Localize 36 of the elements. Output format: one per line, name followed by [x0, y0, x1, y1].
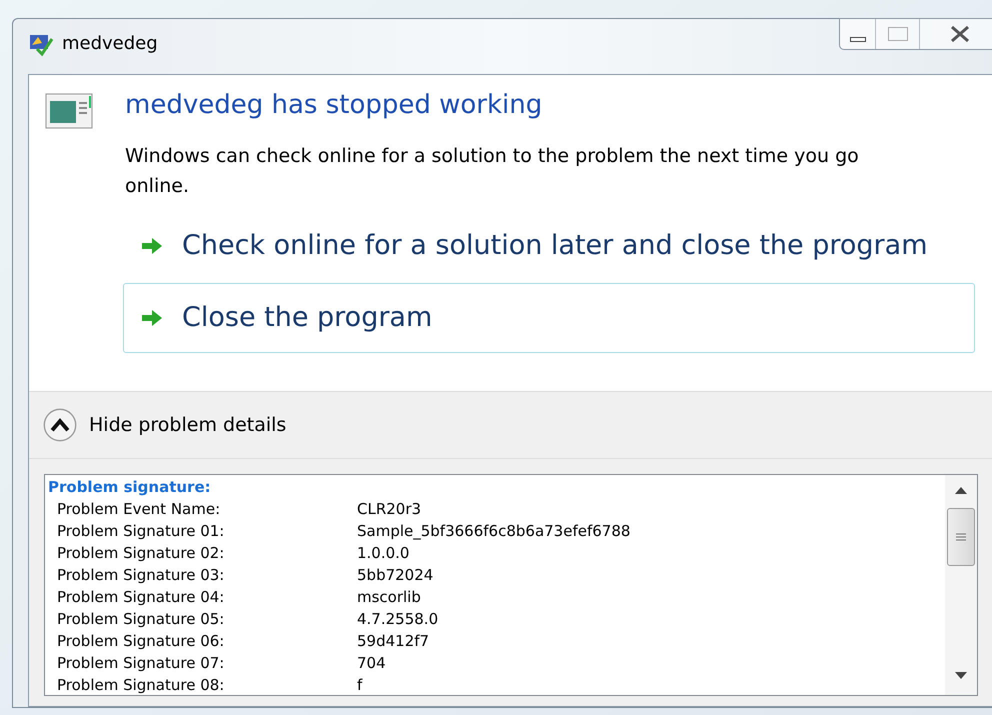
scroll-up-icon[interactable]: [955, 487, 967, 494]
scrollbar[interactable]: [945, 475, 977, 695]
details-heading: Problem signature:: [48, 477, 212, 498]
window-title: medvedeg: [62, 32, 158, 56]
maximize-icon: [888, 27, 908, 41]
field-value: Sample_5bf3666f6c8b6a73efef6788: [357, 521, 630, 542]
chevron-icon: [43, 408, 77, 442]
arrow-icon: [140, 308, 164, 328]
field-name: Problem Signature 04:: [57, 587, 226, 608]
grip-icon: [956, 532, 966, 542]
field-value: 5bb72024: [357, 565, 434, 586]
scrollbar-thumb[interactable]: [947, 508, 975, 566]
close-icon: [949, 25, 971, 43]
collapse-details-button[interactable]: Hide problem details: [43, 408, 286, 442]
field-value: mscorlib: [357, 587, 421, 608]
scroll-down-icon[interactable]: [955, 672, 967, 679]
field-value: 704: [357, 653, 386, 674]
field-value: 4.7.2558.0: [357, 609, 438, 630]
program-window-icon: [45, 93, 93, 129]
field-name: Problem Signature 06:: [57, 631, 226, 652]
field-name: Problem Signature 01:: [57, 521, 226, 542]
field-value: 1.0.0.0: [357, 543, 410, 564]
field-name: Problem Signature 07:: [57, 653, 226, 674]
field-name: Problem Signature 08:: [57, 675, 226, 695]
field-value: 59d412f7: [357, 631, 430, 652]
field-name: Problem Signature 03:: [57, 565, 226, 586]
field-name: Problem Event Name:: [57, 499, 222, 520]
message-text: Windows can check online for a solution to the problem the next time you go online.: [125, 144, 860, 199]
command-link[interactable]: Close the program: [123, 283, 975, 353]
field-value: CLR20r3: [357, 499, 422, 520]
field-value: f: [357, 675, 362, 695]
minimize-icon: [850, 36, 866, 42]
dialog-heading: medvedeg has stopped working: [125, 89, 544, 122]
arrow-icon: [140, 236, 164, 256]
field-name: Problem Signature 05:: [57, 609, 226, 630]
field-name: Problem Signature 02:: [57, 543, 226, 564]
